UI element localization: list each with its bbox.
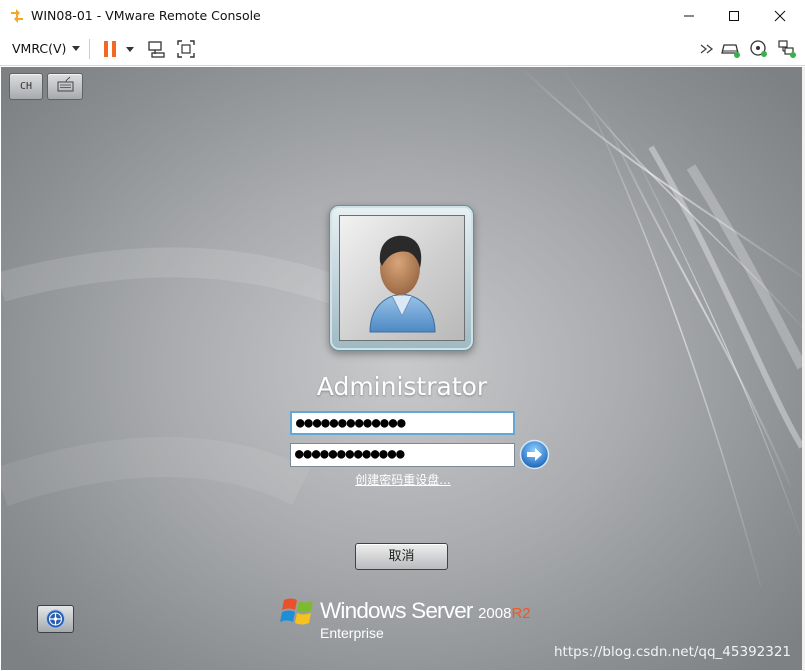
close-button[interactable] [757, 0, 803, 32]
brand-name: Windows Server [320, 598, 473, 623]
brand-version: 2008 [478, 605, 512, 622]
minimize-button[interactable] [666, 0, 712, 32]
toolbar: VMRC(V) [0, 32, 805, 66]
minimize-icon [684, 15, 694, 17]
brand-release: R2 [511, 605, 531, 622]
windows-server-logo: Windows Server 2008R2 Enterprise [280, 592, 540, 648]
avatar [339, 215, 465, 341]
brand-edition: Enterprise [320, 625, 384, 641]
dropdown-caret-icon[interactable] [124, 39, 136, 59]
cd-rom-icon[interactable] [749, 39, 769, 59]
input-language-label: CH [19, 81, 33, 92]
window-title: WIN08-01 - VMware Remote Console [31, 8, 261, 23]
maximize-button[interactable] [711, 0, 757, 32]
vmrc-app-icon [11, 9, 23, 23]
background-swoosh [1, 67, 802, 588]
brand-name-line: Windows Server 2008R2 [320, 598, 531, 624]
vmrc-menu-button[interactable]: VMRC(V) [12, 41, 81, 56]
confirm-password-field[interactable]: ●●●●●●●●●●●●● [290, 443, 515, 467]
double-chevron-icon[interactable] [697, 39, 717, 59]
watermark-text: https://blog.csdn.net/qq_45392321 [554, 644, 792, 660]
hard-disk-icon[interactable] [721, 39, 741, 59]
on-screen-keyboard-button[interactable] [47, 73, 83, 100]
fullscreen-icon[interactable] [176, 39, 196, 59]
vm-console[interactable]: CH Administrator ●●●●●●●●●●●●● ●●●●●●●●●… [1, 67, 802, 670]
keyboard-icon [57, 76, 74, 92]
create-reset-disk-link[interactable]: 创建密码重设盘... [291, 471, 515, 488]
title-bar: WIN08-01 - VMware Remote Console [0, 0, 805, 32]
ease-of-access-icon [46, 609, 65, 629]
close-icon [774, 10, 786, 22]
user-icon [369, 235, 436, 333]
cancel-button[interactable]: 取消 [355, 543, 448, 570]
toolbar-divider [89, 39, 90, 59]
pause-icon[interactable] [101, 39, 121, 59]
input-language-button[interactable]: CH [9, 73, 43, 100]
windows-flag-icon [280, 598, 313, 625]
user-avatar-tile[interactable] [329, 205, 474, 351]
maximize-icon [729, 11, 739, 21]
network-adapter-icon[interactable] [777, 39, 797, 59]
username-label: Administrator [316, 372, 488, 401]
vmrc-menu-label: VMRC(V) [12, 41, 67, 56]
password-field[interactable]: ●●●●●●●●●●●●● [290, 411, 515, 435]
submit-arrow-button[interactable] [519, 439, 550, 470]
chevron-down-icon [72, 46, 81, 51]
send-ctrl-alt-del-icon[interactable] [146, 39, 166, 59]
ease-of-access-button[interactable] [37, 605, 74, 633]
